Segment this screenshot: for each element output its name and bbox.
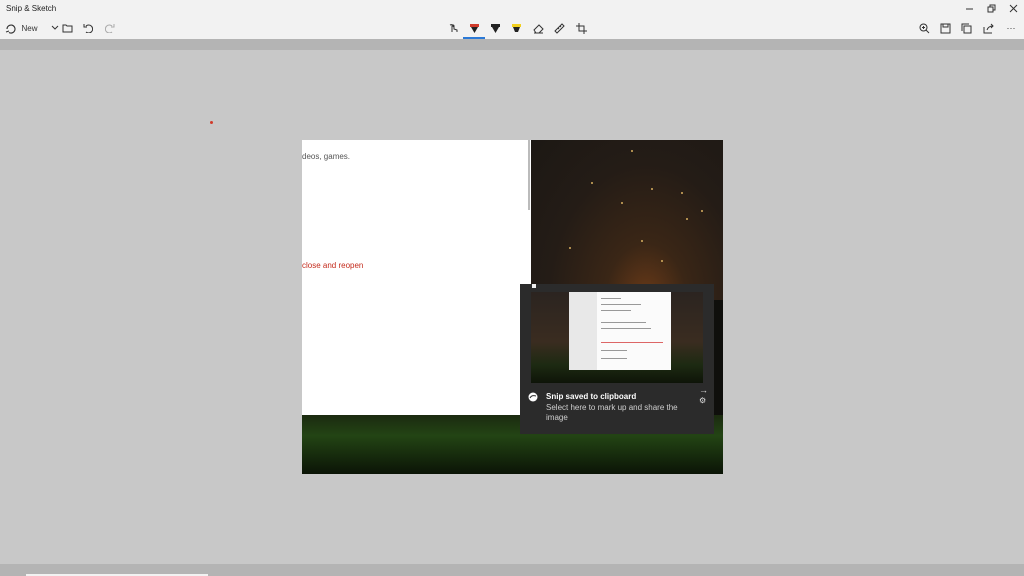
undo-button[interactable]: [81, 19, 95, 37]
star: [621, 202, 623, 204]
ballpoint-pen-icon: [469, 23, 479, 33]
window-controls: [958, 0, 1024, 17]
star: [569, 247, 571, 249]
thumbnail-line: [601, 310, 631, 311]
touch-writing-icon: [449, 23, 457, 32]
toolbar: New ···: [0, 17, 1024, 39]
ruler-button[interactable]: [551, 19, 567, 37]
more-icon: ···: [1006, 23, 1016, 33]
canvas-header-strip: [0, 39, 1024, 50]
night-sky-photo: [531, 140, 723, 300]
share-icon: [983, 23, 994, 33]
star: [641, 240, 643, 242]
thumbnail-line: [601, 350, 627, 351]
zoom-button[interactable]: [916, 19, 932, 37]
gear-icon[interactable]: ⚙: [699, 396, 706, 405]
undo-icon: [83, 24, 93, 33]
restore-icon: [987, 4, 995, 13]
thumbnail-sidebar: [569, 292, 597, 370]
snip-sketch-app-icon: [528, 392, 538, 402]
star: [686, 218, 688, 220]
star: [591, 182, 593, 184]
minimize-icon: [965, 8, 973, 10]
toast-thumbnail: [531, 292, 703, 383]
pen-ink-dot: [210, 121, 213, 124]
redo-button[interactable]: [103, 19, 117, 37]
crop-icon: [575, 22, 587, 34]
ruler-icon: [553, 22, 565, 34]
close-icon: [1009, 4, 1017, 13]
thumbnail-line: [601, 304, 641, 305]
open-folder-button[interactable]: [60, 19, 74, 37]
app-title: Snip & Sketch: [6, 4, 57, 13]
thumbnail-line: [601, 358, 627, 359]
zoom-icon: [919, 23, 929, 33]
star: [631, 150, 633, 152]
star: [701, 210, 703, 212]
star: [651, 188, 653, 190]
new-snip-icon: [5, 23, 17, 34]
copy-icon: [961, 23, 971, 33]
redo-icon: [105, 24, 115, 33]
new-snip-button[interactable]: New: [4, 19, 60, 37]
thumbnail-line: [601, 298, 621, 299]
highlighter-button[interactable]: [508, 19, 524, 37]
minimize-button[interactable]: [958, 0, 980, 17]
chevron-down-icon[interactable]: [51, 25, 59, 31]
ballpoint-pen-button[interactable]: [466, 19, 482, 37]
bottom-scroll-strip: [0, 564, 1024, 576]
pencil-icon: [490, 23, 500, 33]
pencil-button[interactable]: [487, 19, 503, 37]
arrow-right-icon[interactable]: →: [699, 385, 708, 395]
thumbnail-line: [601, 342, 663, 343]
copy-button[interactable]: [958, 19, 974, 37]
toast-marker: [532, 284, 536, 288]
eraser-icon: [532, 23, 544, 33]
highlighter-icon: [511, 23, 521, 32]
crop-button[interactable]: [573, 19, 589, 37]
toast-body: Select here to mark up and share the ima…: [546, 403, 678, 422]
star: [681, 192, 683, 194]
touch-writing-button[interactable]: [445, 19, 461, 37]
close-button[interactable]: [1002, 0, 1024, 17]
captured-text-1: deos, games.: [302, 152, 351, 161]
star: [661, 260, 663, 262]
open-folder-icon: [62, 24, 72, 33]
thumbnail-window: [569, 292, 671, 370]
snip-toast-notification[interactable]: Snip saved to clipboard Select here to m…: [520, 284, 714, 434]
captured-scrollbar: [528, 140, 530, 210]
captured-window: deos, games. close and reopen: [302, 140, 531, 415]
captured-text-2: close and reopen: [302, 261, 364, 270]
save-icon: [940, 23, 950, 33]
toast-title: Snip saved to clipboard: [546, 392, 637, 401]
thumbnail-line: [601, 322, 646, 323]
new-label: New: [21, 23, 38, 33]
save-button[interactable]: [937, 19, 953, 37]
eraser-button[interactable]: [530, 19, 546, 37]
share-button[interactable]: [980, 19, 996, 37]
more-button[interactable]: ···: [1002, 19, 1020, 37]
thumbnail-line: [601, 328, 651, 329]
title-bar: Snip & Sketch: [0, 0, 1024, 17]
restore-button[interactable]: [980, 0, 1002, 17]
